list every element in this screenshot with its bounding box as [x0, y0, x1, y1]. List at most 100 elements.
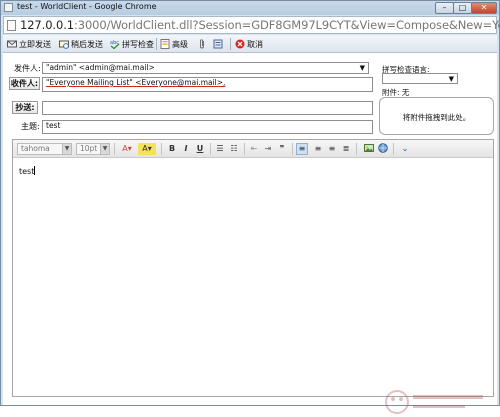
url-text[interactable]: 127.0.0.1:3000/WorldClient.dll?Session=G…: [20, 18, 500, 32]
align-justify-button[interactable]: ≣: [340, 143, 352, 155]
blockquote-button[interactable]: ❞: [276, 143, 288, 155]
italic-button[interactable]: I: [180, 143, 192, 155]
send-later-button[interactable]: 稍后发送: [59, 38, 103, 51]
align-justify-icon: ≣: [342, 144, 350, 153]
align-right-button[interactable]: ≡: [326, 143, 338, 155]
editor-body[interactable]: test: [19, 166, 36, 176]
send-later-label: 稍后发送: [71, 40, 103, 49]
compose-toolbar: 立即发送 稍后发送 abc 拼写检查 高级 取消: [3, 35, 497, 53]
chevron-down-icon: ▼: [100, 144, 109, 154]
align-center-button[interactable]: ≡: [312, 143, 324, 155]
compose-page: 立即发送 稍后发送 abc 拼写检查 高级 取消 发件人: "admin" <a…: [3, 35, 497, 414]
address-bar[interactable]: 127.0.0.1:3000/WorldClient.dll?Session=G…: [3, 16, 500, 34]
editor-separator: [114, 143, 115, 155]
font-family-value: tahoma: [21, 144, 50, 153]
from-label: 发件人:: [14, 64, 41, 73]
chevron-down-icon: ▼: [359, 64, 365, 72]
highlight-color-button[interactable]: A▾: [138, 143, 156, 155]
send-later-icon: [59, 40, 69, 49]
spellcheck-button[interactable]: abc 拼写检查: [110, 38, 154, 51]
highlight-icon: A▾: [142, 144, 152, 153]
toolbar-separator: [156, 38, 157, 50]
spellcheck-language-select[interactable]: ▼: [382, 73, 458, 84]
subject-field[interactable]: test: [42, 120, 373, 134]
advanced-button[interactable]: 高级: [160, 38, 188, 51]
bullet-list-icon: ☷: [230, 144, 238, 153]
editor-separator: [356, 143, 357, 155]
cancel-label: 取消: [247, 40, 263, 49]
indent-button[interactable]: ⇥: [262, 143, 274, 155]
editor-separator: [393, 143, 394, 155]
send-now-button[interactable]: 立即发送: [7, 38, 51, 51]
align-center-icon: ≡: [314, 144, 322, 153]
bold-button[interactable]: B: [166, 143, 178, 155]
browser-window: test - WorldClient - Google Chrome – □ ✕…: [0, 0, 500, 414]
title-bar: test - WorldClient - Google Chrome – □ ✕: [1, 1, 499, 15]
align-left-icon: ≡: [298, 144, 306, 153]
from-value: "admin" <admin@mai.mail>: [46, 63, 155, 72]
align-left-button[interactable]: ≡: [296, 143, 308, 155]
font-color-button[interactable]: A▾: [118, 143, 136, 155]
maximize-button[interactable]: □: [453, 2, 472, 14]
minimize-button[interactable]: –: [435, 2, 454, 14]
editor-separator: [210, 143, 211, 155]
font-size-select[interactable]: 10pt ▼: [76, 143, 110, 155]
bullet-list-button[interactable]: ☷: [228, 143, 240, 155]
message-body-text: test: [19, 167, 35, 176]
double-chevron-down-icon: ⌄: [401, 144, 409, 153]
url-host: 127.0.0.1: [20, 18, 74, 32]
attach-button[interactable]: [197, 38, 209, 51]
toolbar-separator: [230, 38, 231, 50]
baidu-watermark-logo: [385, 390, 483, 414]
cc-field[interactable]: [42, 101, 373, 115]
indent-icon: ⇥: [264, 144, 272, 153]
font-family-select[interactable]: tahoma ▼: [17, 143, 72, 155]
address-book-icon: [213, 39, 223, 49]
cancel-icon: [235, 39, 245, 49]
numbered-list-icon: ☰: [216, 144, 224, 153]
image-icon: [364, 144, 374, 152]
advanced-label: 高级: [172, 40, 188, 49]
spellcheck-label: 拼写检查: [122, 40, 154, 49]
chevron-down-icon: ▼: [62, 144, 71, 154]
spellcheck-icon: abc: [110, 40, 120, 49]
expand-toolbar-button[interactable]: ⌄: [399, 143, 411, 155]
send-now-label: 立即发送: [19, 40, 51, 49]
close-window-button[interactable]: ✕: [471, 2, 497, 14]
to-button[interactable]: 收件人:: [9, 77, 40, 90]
insert-image-button[interactable]: [363, 143, 375, 155]
window-title: test - WorldClient - Google Chrome: [17, 2, 157, 11]
attachment-dropzone[interactable]: 将附件拖拽到此处。: [379, 97, 494, 135]
send-icon: [7, 40, 17, 48]
message-editor: tahoma ▼ 10pt ▼ A▾ A▾ B I U ☰ ☷ ⇤ ⇥ ❞ ≡ …: [12, 139, 494, 397]
numbered-list-button[interactable]: ☰: [214, 143, 226, 155]
align-right-icon: ≡: [328, 144, 336, 153]
subject-label: 主题:: [21, 122, 40, 131]
subject-value: test: [46, 121, 61, 130]
editor-separator: [292, 143, 293, 155]
editor-separator: [161, 143, 162, 155]
editor-separator: [244, 143, 245, 155]
underline-button[interactable]: U: [194, 143, 206, 155]
to-field[interactable]: "Everyone Mailing List" <Everyone@mai.ma…: [42, 77, 373, 92]
advanced-icon: [160, 39, 170, 49]
link-icon: [378, 143, 388, 153]
insert-link-button[interactable]: [377, 143, 389, 155]
editor-toolbar: tahoma ▼ 10pt ▼ A▾ A▾ B I U ☰ ☷ ⇤ ⇥ ❞ ≡ …: [13, 140, 493, 158]
cc-button[interactable]: 抄送:: [12, 101, 38, 114]
quote-icon: ❞: [279, 144, 285, 153]
dropzone-text: 将附件拖拽到此处。: [402, 113, 471, 122]
address-book-button[interactable]: [213, 38, 225, 51]
paperclip-icon: [200, 39, 204, 49]
cancel-button[interactable]: 取消: [235, 38, 263, 51]
outdent-button[interactable]: ⇤: [248, 143, 260, 155]
text-caret: [34, 166, 36, 175]
page-icon: [4, 3, 13, 12]
url-path: :3000/WorldClient.dll?Session=GDF8GM97L9…: [73, 18, 500, 32]
font-color-icon: A▾: [122, 144, 132, 153]
outdent-icon: ⇤: [250, 144, 258, 153]
from-select[interactable]: "admin" <admin@mai.mail> ▼: [42, 62, 369, 74]
font-size-value: 10pt: [80, 144, 98, 153]
document-icon: [7, 20, 16, 31]
chevron-down-icon: ▼: [448, 75, 454, 83]
